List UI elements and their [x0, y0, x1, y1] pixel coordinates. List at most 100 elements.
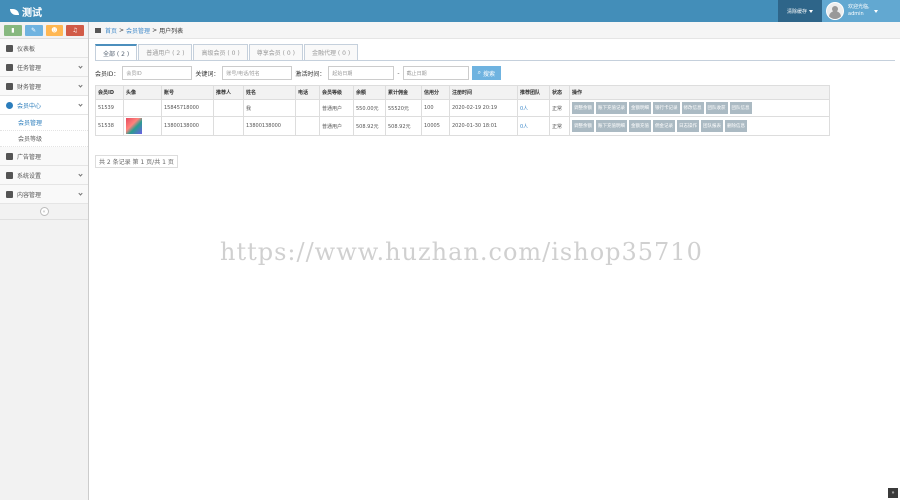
sidebar-item-dashboard[interactable]: 仪表板 [0, 39, 88, 58]
date-range-dash: - [397, 69, 400, 77]
op-adjust-balance-button[interactable]: 调整余额 [572, 120, 594, 132]
cell-status: 正常 [549, 116, 570, 136]
op-team-report-button[interactable]: 团队报表 [701, 120, 723, 132]
tab-all[interactable]: 全部 ( 2 ) [95, 44, 138, 60]
breadcrumb-separator: > [152, 26, 158, 34]
sidebar-subitem-label: 会员等级 [18, 136, 43, 143]
op-adjust-balance-button[interactable]: 调整余额 [572, 102, 594, 114]
clear-cache-menu[interactable]: 清除缓存 [778, 0, 822, 22]
cell-credit: 100 [421, 99, 450, 117]
cell-credit: 10005 [421, 116, 450, 136]
cell-id: 51538 [95, 116, 124, 136]
breadcrumb-home[interactable]: 首页 [105, 26, 117, 35]
brand-logo[interactable]: 测试 [10, 4, 42, 19]
scroll-to-top-button[interactable]: » [888, 488, 898, 498]
caret-down-icon [873, 9, 878, 13]
cell-avatar [123, 99, 162, 117]
chevron-down-icon [78, 64, 83, 69]
col-header: 姓名 [243, 85, 296, 100]
double-angle-left-icon[interactable]: « [39, 207, 49, 216]
op-recharge-details-button[interactable]: 账下充值明细 [596, 120, 627, 132]
cell-level: 普通用户 [319, 116, 354, 136]
chevron-down-icon [78, 191, 83, 196]
col-header: 累计佣金 [385, 85, 422, 100]
col-header: 状态 [549, 85, 570, 100]
sidebar-item-label: 任务管理 [17, 64, 42, 72]
sidebar-item-label: 内容管理 [17, 191, 42, 199]
cell-phone [295, 116, 320, 136]
book-icon [6, 190, 13, 198]
sidebar-item-finance[interactable]: 财务管理 [0, 77, 88, 96]
cell-commission: 508.92元 [385, 116, 422, 136]
member-id-label: 会员ID： [95, 70, 120, 78]
cell-referrer [213, 99, 244, 117]
member-tabs: 全部 ( 2 ) 普通用户 ( 2 ) 高级会员 ( 0 ) 尊享会员 ( 0 … [95, 44, 359, 60]
cell-team-link[interactable]: 0人 [517, 116, 550, 136]
op-amount-recharge-button[interactable]: 金额充值 [629, 120, 651, 132]
tab-regular[interactable]: 普通用户 ( 2 ) [138, 44, 193, 60]
cell-balance: 508.92元 [353, 116, 386, 136]
cell-balance: 550.00元 [353, 99, 386, 117]
cell-team-link[interactable]: 0人 [517, 99, 550, 117]
table-header-row: 会员ID 头像 账号 推荐人 姓名 电话 会员等级 余额 累计佣金 信用分 注册… [95, 85, 830, 100]
op-log-button[interactable]: 日志操作 [677, 120, 699, 132]
watermark-text: https://www.huzhan.com/ishop35710 [220, 238, 703, 266]
keyword-input[interactable]: 账号/电话/姓名 [222, 66, 293, 80]
sidebar-item-label: 仪表板 [17, 45, 36, 53]
pencil-shortcut-button[interactable]: ✎ [24, 25, 43, 36]
sidebar-item-label: 系统设置 [17, 172, 42, 180]
cell-name: 我 [243, 99, 296, 117]
tab-agent[interactable]: 金融代理 ( 0 ) [303, 44, 359, 60]
leaf-icon [10, 8, 19, 15]
sidebar-item-settings[interactable]: 系统设置 [0, 166, 88, 185]
user-menu[interactable]: 欢迎光临, admin [822, 0, 900, 22]
search-button[interactable]: ⌕ 搜索 [471, 66, 501, 80]
tab-vip[interactable]: 尊享会员 ( 0 ) [248, 44, 303, 60]
cell-account: 13800138000 [161, 116, 214, 136]
breadcrumb-section[interactable]: 会员管理 [126, 26, 150, 35]
avatar-thumbnail [126, 118, 142, 134]
op-recharge-records-button[interactable]: 账下充值记录 [596, 102, 627, 114]
sidebar-item-tasks[interactable]: 任务管理 [0, 58, 88, 77]
col-header: 余额 [353, 85, 386, 100]
start-date-input[interactable]: 起始日期 [328, 66, 395, 80]
sidebar-item-label: 会员中心 [17, 102, 42, 110]
op-commission-records-button[interactable]: 佣金记录 [653, 120, 675, 132]
op-edit-info-button[interactable]: 修改信息 [681, 102, 704, 114]
op-delete-button[interactable]: 删除信息 [725, 120, 747, 132]
sidebar-item-content[interactable]: 内容管理 [0, 185, 88, 204]
cell-avatar [123, 116, 162, 136]
breadcrumb-current: 用户列表 [159, 27, 184, 35]
col-header: 电话 [295, 85, 320, 100]
sidebar-subitem-member-manage[interactable]: 会员管理 [0, 115, 88, 131]
op-team-info-button[interactable]: 团队信息 [729, 102, 752, 114]
users-shortcut-button[interactable]: ☻ [45, 25, 64, 36]
top-navbar: 测试 清除缓存 欢迎光临, admin [0, 0, 900, 22]
search-icon: ⌕ [477, 69, 481, 76]
sidebar-item-members[interactable]: 会员中心 [0, 96, 88, 115]
tab-premium[interactable]: 高级会员 ( 0 ) [193, 44, 248, 60]
pagination-info: 共 2 条记录 第 1 页/共 1 页 [95, 155, 178, 168]
activation-time-label: 激活时间： [295, 70, 326, 78]
sidebar-subitem-member-level[interactable]: 会员等级 [0, 131, 88, 147]
search-button-label: 搜索 [482, 70, 495, 78]
col-header: 账号 [161, 85, 214, 100]
col-header: 会员ID [95, 85, 124, 100]
sidebar-item-ads[interactable]: 广告管理 [0, 147, 88, 166]
tab-divider [95, 60, 895, 61]
col-header: 操作 [569, 85, 830, 100]
cell-status: 正常 [549, 99, 570, 117]
flag-icon [6, 63, 13, 71]
op-amount-details-button[interactable]: 金额明细 [629, 102, 651, 114]
member-id-input[interactable]: 会员ID [122, 66, 193, 80]
end-date-input[interactable]: 截止日期 [402, 66, 469, 80]
member-table: 会员ID 头像 账号 推荐人 姓名 电话 会员等级 余额 累计佣金 信用分 注册… [95, 85, 830, 136]
op-bank-card-button[interactable]: 银行卡记录 [653, 102, 680, 114]
cell-account: 15845718000 [161, 99, 214, 117]
breadcrumb-separator: > [119, 26, 125, 34]
signal-shortcut-button[interactable]: ▮ [4, 25, 22, 36]
cell-level: 普通用户 [319, 99, 354, 117]
bell-shortcut-button[interactable]: ♫ [66, 25, 84, 36]
op-team-earnings-button[interactable]: 团队收获 [705, 102, 728, 114]
cell-ops: 调整余额 账下充值明细 金额充值 佣金记录 日志操作 团队报表 删除信息 [569, 116, 830, 136]
